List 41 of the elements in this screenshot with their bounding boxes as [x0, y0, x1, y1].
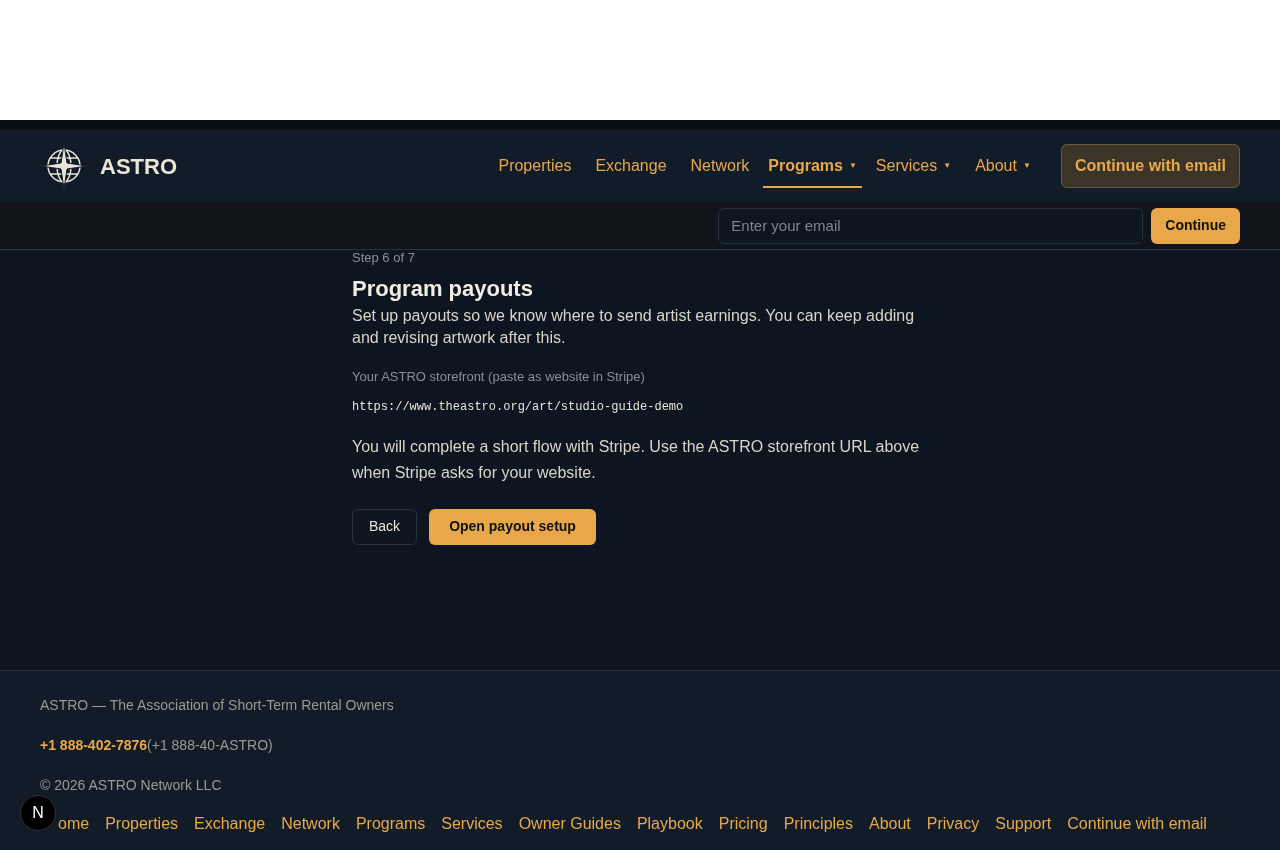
- nav-link[interactable]: Exchange: [585, 144, 677, 188]
- footer-link[interactable]: Services: [441, 812, 503, 836]
- storefront-label: Your ASTRO storefront (paste as website in Stripe): [352, 368, 646, 386]
- page-title: Program payouts: [352, 276, 534, 302]
- footer-link[interactable]: Support: [995, 812, 1052, 836]
- nav-link[interactable]: About ▼: [965, 144, 1041, 188]
- footer-link[interactable]: Network: [281, 812, 340, 836]
- compass-globe-logo-icon: [40, 142, 88, 190]
- continue-button[interactable]: Continue: [1151, 207, 1240, 244]
- email-field[interactable]: Enter your email: [718, 207, 1144, 244]
- nav-link[interactable]: Programs ▼: [763, 144, 862, 188]
- footer-link[interactable]: Continue with email: [1067, 812, 1207, 836]
- storefront-url: https://www.theastro.org/art/studio-guide-demo: [352, 398, 685, 416]
- copyright-text: © 2026 ASTRO Network LLC: [40, 776, 223, 795]
- footer-link[interactable]: Principles: [783, 812, 853, 836]
- footer-link[interactable]: Playbook: [636, 812, 703, 836]
- footer-link[interactable]: Exchange: [194, 812, 266, 836]
- stripe-note: You will complete a short flow with Stripe. Use the ASTRO storefront URL above when Stripe asks for your website.: [352, 436, 921, 483]
- caret-icon: ▼: [848, 160, 857, 172]
- footer-link[interactable]: ome: [58, 812, 90, 836]
- footer-link[interactable]: About: [869, 812, 911, 836]
- nav-link[interactable]: Network: [680, 144, 760, 188]
- phone-mnemonic: (+1 888-40-ASTRO): [147, 736, 273, 755]
- footer-link[interactable]: Pricing: [718, 812, 768, 836]
- nav-link[interactable]: Properties: [488, 144, 582, 188]
- continue-with-email-button[interactable]: Continue with email: [1060, 144, 1240, 188]
- open-payout-setup-button[interactable]: Open payout setup: [429, 508, 596, 545]
- footer-tagline: ASTRO — The Association of Short-Term Rental Owners: [40, 696, 395, 715]
- footer-link[interactable]: Programs: [355, 812, 426, 836]
- nav-link[interactable]: Services ▼: [865, 144, 962, 188]
- footer-link[interactable]: Privacy: [926, 812, 980, 836]
- back-button[interactable]: Back: [352, 508, 418, 545]
- intro-text: Set up payouts so we know where to send artist earnings. You can keep adding and revising artwork after this.: [352, 306, 916, 348]
- footer-link[interactable]: Properties: [105, 812, 179, 836]
- caret-icon: ▼: [943, 160, 952, 172]
- brand-name: ASTRO: [100, 152, 177, 181]
- step-indicator: Step 6 of 7: [352, 251, 416, 265]
- phone-link[interactable]: +1 888-402-7876: [40, 735, 148, 756]
- caret-icon: ▼: [1022, 160, 1031, 172]
- footer-link[interactable]: Owner Guides: [518, 812, 621, 836]
- n-badge[interactable]: N: [20, 795, 56, 831]
